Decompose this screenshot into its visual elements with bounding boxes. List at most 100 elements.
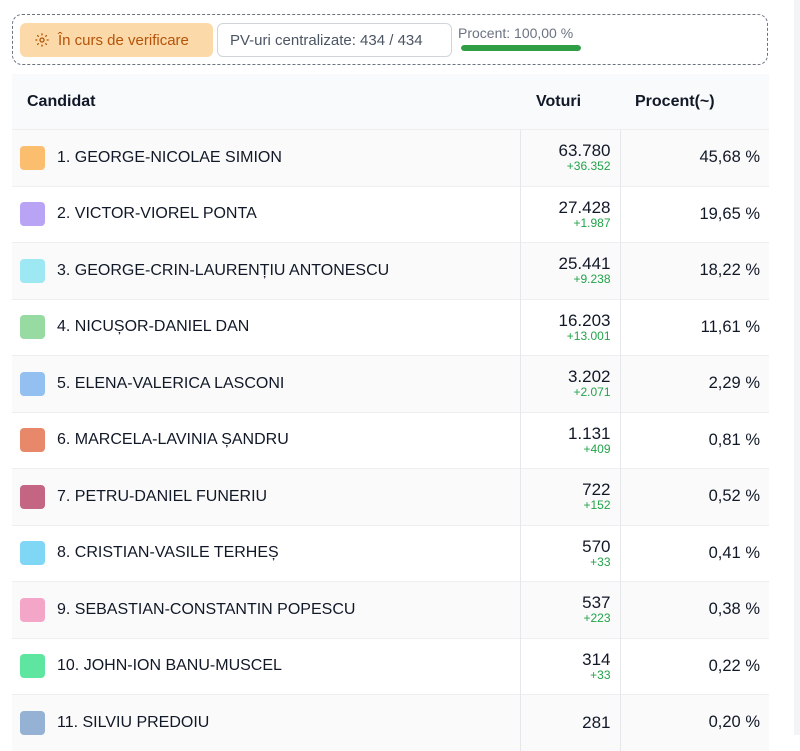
votes-cell: 27.428 +1.987 bbox=[519, 185, 620, 243]
percent-cell: 0,38 % bbox=[619, 581, 769, 638]
party-color-swatch bbox=[20, 315, 45, 340]
vote-percent: 2,29 % bbox=[708, 374, 760, 393]
table-row[interactable]: 10. JOHN-ION BANU-MUSCEL 314 +33 0,22 % bbox=[12, 637, 769, 695]
vote-delta: +9.238 bbox=[573, 272, 611, 287]
candidate-cell: 10. JOHN-ION BANU-MUSCEL bbox=[12, 637, 520, 695]
table-row[interactable]: 8. CRISTIAN-VASILE TERHEȘ 570 +33 0,41 % bbox=[12, 524, 769, 582]
vote-count: 537 bbox=[582, 593, 611, 613]
candidate-name: 3. GEORGE-CRIN-LAURENȚIU ANTONESCU bbox=[57, 261, 390, 279]
candidate-cell: 11. SILVIU PREDOIU bbox=[12, 694, 520, 751]
vote-count: 722 bbox=[582, 480, 611, 500]
vote-count: 1.131 bbox=[567, 423, 611, 443]
percent-progress-fill bbox=[461, 45, 581, 51]
candidate-name: 4. NICUȘOR-DANIEL DAN bbox=[57, 318, 250, 336]
candidate-cell: 5. ELENA-VALERICA LASCONI bbox=[12, 355, 520, 412]
percent-cell: 0,20 % bbox=[619, 694, 769, 751]
candidate-name: 5. ELENA-VALERICA LASCONI bbox=[57, 374, 285, 392]
party-color-swatch bbox=[20, 654, 45, 679]
percent-cell: 19,65 % bbox=[619, 185, 769, 243]
vote-delta: +223 bbox=[583, 611, 611, 626]
candidate-cell: 7. PETRU-DANIEL FUNERIU bbox=[12, 468, 520, 525]
party-color-swatch bbox=[20, 258, 45, 283]
party-color-swatch bbox=[20, 145, 45, 170]
vote-percent: 0,22 % bbox=[708, 656, 760, 675]
vote-count: 16.203 bbox=[558, 310, 611, 330]
vote-count: 63.780 bbox=[558, 141, 611, 161]
vote-delta: +152 bbox=[583, 498, 611, 513]
percent-cell: 0,41 % bbox=[619, 524, 769, 582]
candidate-cell: 3. GEORGE-CRIN-LAURENȚIU ANTONESCU bbox=[12, 242, 520, 299]
percent-cell: 11,61 % bbox=[619, 298, 769, 356]
verification-status-label: În curs de verificare bbox=[58, 31, 189, 49]
table-row[interactable]: 6. MARCELA-LAVINIA ȘANDRU 1.131 +409 0,81 % bbox=[12, 411, 769, 469]
table-row[interactable]: 11. SILVIU PREDOIU 281 0,20 % bbox=[12, 694, 769, 751]
party-color-swatch bbox=[20, 202, 45, 227]
party-color-swatch bbox=[20, 371, 45, 396]
party-color-swatch bbox=[20, 710, 45, 735]
vote-percent: 11,61 % bbox=[700, 317, 760, 336]
scrollbar-track[interactable] bbox=[794, 0, 800, 735]
party-color-swatch bbox=[20, 597, 45, 622]
table-row[interactable]: 3. GEORGE-CRIN-LAURENȚIU ANTONESCU 25.441… bbox=[12, 242, 769, 299]
table-row[interactable]: 4. NICUȘOR-DANIEL DAN 16.203 +13.001 11,61 … bbox=[12, 298, 769, 356]
vote-percent: 45,68 % bbox=[699, 148, 760, 167]
table-row[interactable]: 9. SEBASTIAN-CONSTANTIN POPESCU 537 +223 0,… bbox=[12, 581, 769, 638]
candidate-cell: 1. GEORGE-NICOLAE SIMION bbox=[12, 129, 520, 186]
vote-count: 27.428 bbox=[558, 197, 611, 217]
header-candidate[interactable]: Candidat bbox=[12, 74, 520, 130]
vote-delta: +13.001 bbox=[566, 328, 611, 343]
votes-cell: 16.203 +13.001 bbox=[519, 298, 620, 356]
table-header-row: Candidat Voturi Procent(~) bbox=[12, 74, 769, 130]
vote-percent: 0,81 % bbox=[708, 430, 760, 449]
votes-cell: 3.202 +2.071 bbox=[519, 355, 620, 412]
vote-count: 25.441 bbox=[558, 254, 611, 274]
votes-cell: 722 +152 bbox=[519, 468, 620, 525]
votes-cell: 63.780 +36.352 bbox=[519, 129, 620, 186]
party-color-swatch bbox=[20, 484, 45, 509]
vote-percent: 18,22 % bbox=[699, 261, 760, 280]
results-table: Candidat Voturi Procent(~) 1. GEORGE-NIC… bbox=[12, 74, 769, 751]
candidate-name: 8. CRISTIAN-VASILE TERHEȘ bbox=[57, 544, 279, 562]
candidate-cell: 9. SEBASTIAN-CONSTANTIN POPESCU bbox=[12, 581, 520, 638]
header-percent[interactable]: Procent(~) bbox=[620, 74, 769, 130]
percent-label: Procent: 100,00 % bbox=[458, 25, 574, 41]
candidate-cell: 6. MARCELA-LAVINIA ȘANDRU bbox=[12, 411, 520, 469]
status-bar: În curs de verificare PV-uri centralizat… bbox=[12, 14, 768, 65]
candidate-cell: 4. NICUȘOR-DANIEL DAN bbox=[12, 298, 520, 356]
table-row[interactable]: 2. VICTOR-VIOREL PONTA 27.428 +1.987 19,65 … bbox=[12, 185, 769, 243]
percent-cell: 0,81 % bbox=[619, 411, 769, 469]
percent-cell: 2,29 % bbox=[619, 355, 769, 412]
header-votes[interactable]: Voturi bbox=[520, 74, 620, 130]
pv-count-label: PV-uri centralizate: 434 / 434 bbox=[230, 31, 423, 49]
verification-status-badge[interactable]: În curs de verificare bbox=[20, 23, 213, 57]
candidate-name: 6. MARCELA-LAVINIA ȘANDRU bbox=[57, 431, 289, 449]
vote-count: 314 bbox=[582, 649, 611, 669]
table-row[interactable]: 1. GEORGE-NICOLAE SIMION 63.780 +36.352 45,… bbox=[12, 129, 769, 186]
vote-count: 3.202 bbox=[567, 367, 611, 387]
candidate-name: 11. SILVIU PREDOIU bbox=[57, 713, 210, 731]
candidate-cell: 8. CRISTIAN-VASILE TERHEȘ bbox=[12, 524, 520, 582]
vote-count: 570 bbox=[582, 536, 611, 556]
candidate-name: 1. GEORGE-NICOLAE SIMION bbox=[57, 148, 282, 166]
vote-delta: +33 bbox=[590, 554, 611, 569]
table-row[interactable]: 7. PETRU-DANIEL FUNERIU 722 +152 0,52 % bbox=[12, 468, 769, 525]
percent-cell: 0,22 % bbox=[619, 637, 769, 695]
percent-progress: Procent: 100,00 % bbox=[458, 25, 583, 51]
candidate-name: 9. SEBASTIAN-CONSTANTIN POPESCU bbox=[57, 600, 356, 618]
vote-percent: 0,41 % bbox=[708, 543, 760, 562]
vote-delta: +33 bbox=[590, 667, 611, 682]
votes-cell: 314 +33 bbox=[519, 637, 620, 695]
table-row[interactable]: 5. ELENA-VALERICA LASCONI 3.202 +2.071 2,29… bbox=[12, 355, 769, 412]
vote-percent: 0,20 % bbox=[708, 713, 760, 732]
percent-cell: 18,22 % bbox=[619, 242, 769, 299]
percent-cell: 45,68 % bbox=[619, 129, 769, 186]
pv-count-badge: PV-uri centralizate: 434 / 434 bbox=[217, 23, 452, 57]
percent-cell: 0,52 % bbox=[619, 468, 769, 525]
candidate-name: 10. JOHN-ION BANU-MUSCEL bbox=[57, 657, 282, 675]
votes-cell: 1.131 +409 bbox=[519, 411, 620, 469]
gear-icon bbox=[35, 33, 49, 47]
candidate-cell: 2. VICTOR-VIOREL PONTA bbox=[12, 185, 520, 243]
candidate-name: 7. PETRU-DANIEL FUNERIU bbox=[57, 487, 268, 505]
vote-delta: +409 bbox=[583, 441, 611, 456]
vote-delta: +1.987 bbox=[573, 215, 611, 230]
